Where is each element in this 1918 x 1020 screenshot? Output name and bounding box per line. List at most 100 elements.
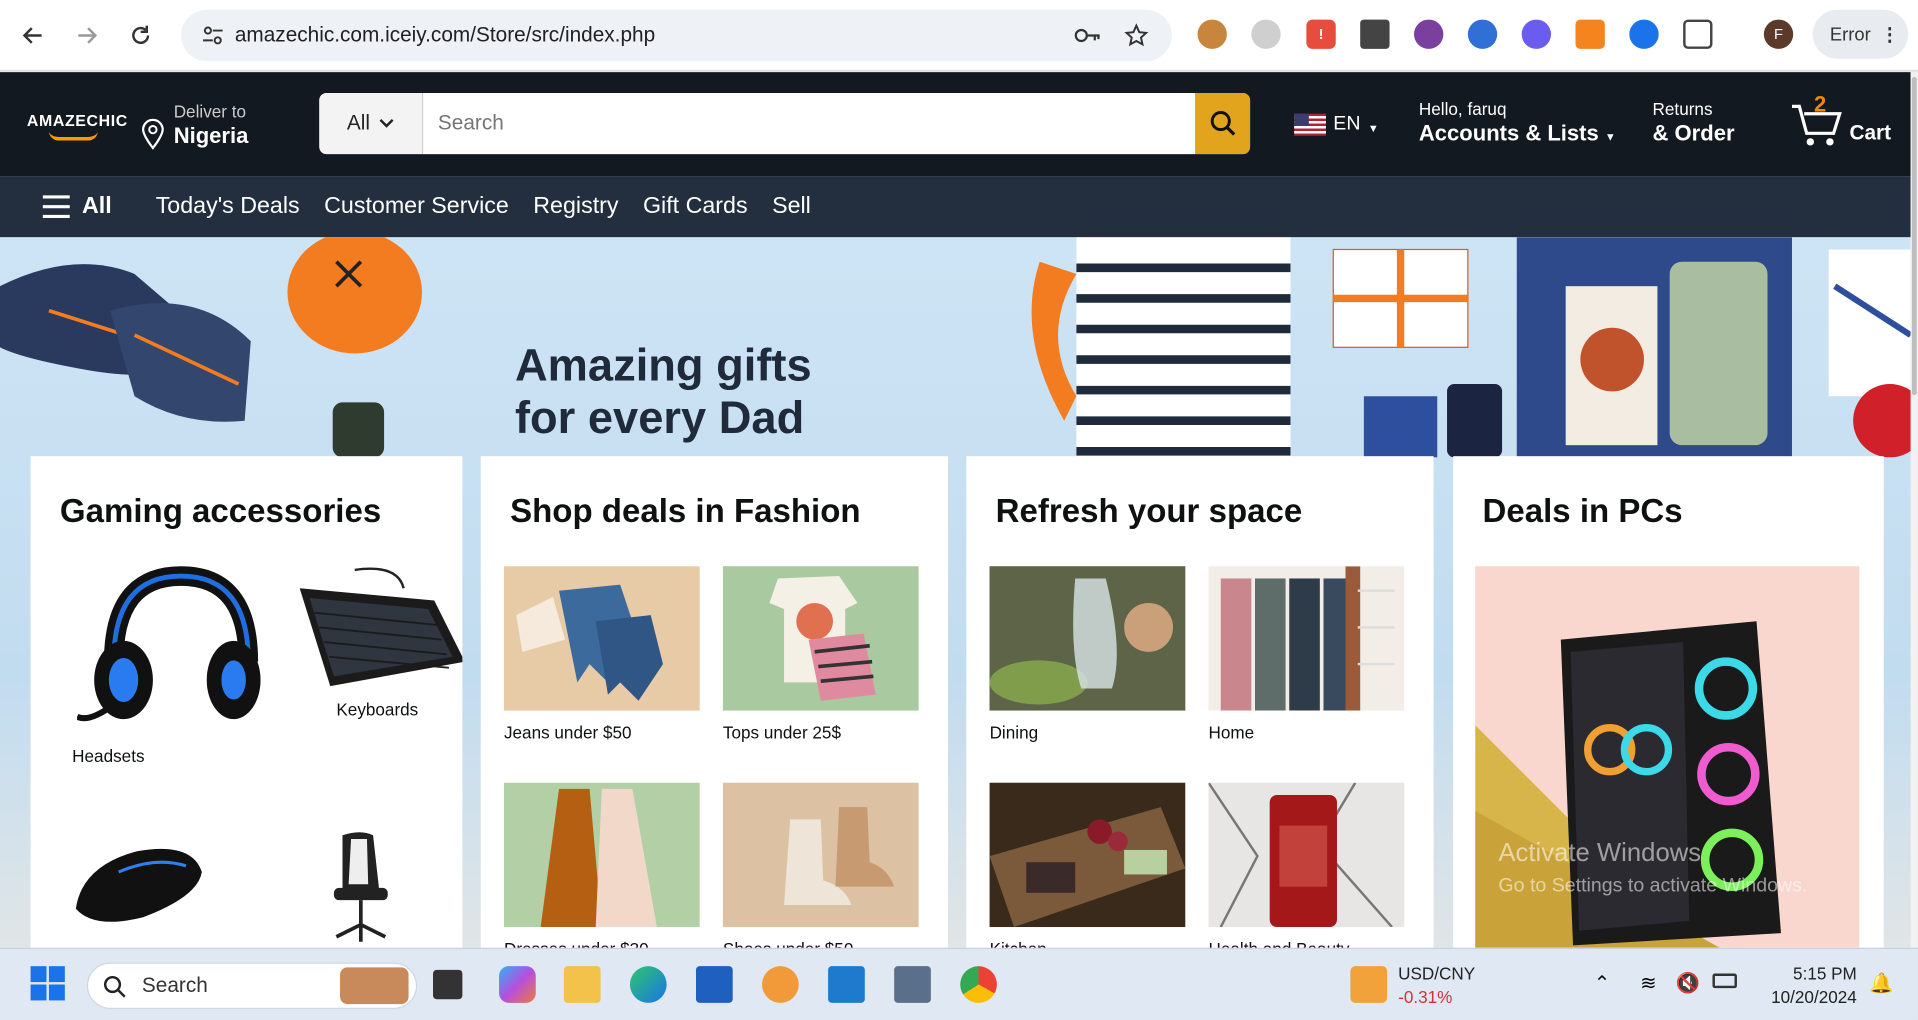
caret-down-icon: ▼ (1367, 122, 1379, 135)
battery-icon[interactable] (1712, 973, 1737, 989)
reload-button[interactable] (122, 17, 159, 54)
card-pc-deals: Deals in PCs (1453, 456, 1884, 948)
address-bar[interactable]: amazechic.com.iceiy.com/Store/src/index.… (181, 9, 1172, 62)
file-explorer-icon[interactable] (563, 966, 601, 1003)
cart-button[interactable]: 2 Cart (1790, 91, 1900, 155)
metamask-extension-icon[interactable] (1575, 19, 1605, 49)
qr-code-extension-icon[interactable] (1360, 19, 1390, 49)
headset-image[interactable] (77, 564, 261, 735)
nav-registry[interactable]: Registry (533, 193, 618, 220)
all-menu-button[interactable]: All (42, 193, 112, 220)
color-extension-icon[interactable] (1414, 19, 1444, 49)
search-input[interactable] (423, 92, 1196, 155)
hero-line-1: Amazing gifts (514, 339, 812, 391)
tile-caption: Shoes under $50 (723, 939, 919, 948)
back-button[interactable] (15, 17, 52, 54)
kitchen-image (989, 782, 1186, 928)
edge-browser-icon[interactable] (629, 966, 667, 1003)
password-key-icon[interactable] (1074, 22, 1101, 49)
tile-dresses[interactable]: Dresses under $30 (503, 782, 700, 948)
gaming-chair-image[interactable] (324, 829, 397, 945)
sparkle-extension-icon[interactable] (1521, 19, 1552, 49)
search-icon (1210, 111, 1235, 136)
nav-gift-cards[interactable]: Gift Cards (643, 193, 748, 220)
gaming-mouse-image[interactable] (70, 841, 205, 927)
translate-extension-icon[interactable] (1467, 19, 1498, 49)
accounts-lists-label: Accounts & Lists ▼ (1418, 121, 1616, 146)
wifi-icon[interactable]: ≋ (1640, 971, 1656, 995)
currency-widget-icon[interactable] (1350, 966, 1388, 1003)
tile-kitchen[interactable]: Kitchen (989, 782, 1186, 948)
chrome-browser-icon[interactable] (960, 966, 997, 1003)
cookie-extension-icon[interactable] (1197, 19, 1227, 49)
paint-icon[interactable] (762, 966, 799, 1003)
site-logo[interactable]: AMAZECHIC (27, 111, 128, 141)
bookmark-star-icon[interactable] (1123, 22, 1150, 49)
tile-dining[interactable]: Dining (989, 566, 1186, 742)
card-title[interactable]: Deals in PCs (1483, 493, 1683, 531)
nav-customer-service[interactable]: Customer Service (324, 193, 509, 220)
vscode-icon[interactable] (828, 966, 865, 1003)
returns-orders-link[interactable]: Returns & Order (1653, 99, 1735, 147)
scrollbar-thumb[interactable] (1911, 77, 1917, 396)
clock-time: 5:15 PM (1793, 963, 1857, 984)
url-text[interactable]: amazechic.com.iceiy.com/Store/src/index.… (235, 23, 655, 47)
card-title[interactable]: Shop deals in Fashion (510, 493, 861, 531)
system-clock[interactable]: 5:15 PM 10/20/2024 (1764, 963, 1857, 1009)
shoes-image (722, 782, 919, 928)
page-scrollbar[interactable] (1910, 72, 1918, 948)
error-label: Error (1829, 23, 1871, 45)
tile-caption: Tops under 25$ (722, 722, 841, 743)
search-button[interactable] (1195, 92, 1251, 155)
microsoft-store-icon[interactable] (696, 966, 733, 1003)
location-pin-icon (142, 118, 164, 150)
show-hidden-icons-chevron-icon[interactable]: ⌃ (1594, 971, 1610, 995)
nav-todays-deals[interactable]: Today's Deals (156, 193, 300, 220)
tile-shoes[interactable]: Shoes under $50 (722, 782, 919, 948)
forward-button[interactable] (68, 17, 105, 54)
currency-ticker[interactable]: USD/CNY -0.31% (1398, 963, 1475, 1009)
clock-date: 10/20/2024 (1771, 986, 1857, 1007)
tile-caption: Health and Beauty (1209, 939, 1405, 948)
hamburger-menu-icon (42, 195, 70, 219)
chat-extension-icon[interactable] (1251, 19, 1281, 49)
tile-caption[interactable]: Headsets (72, 746, 144, 766)
tile-home[interactable]: Home (1208, 566, 1405, 742)
keyboard-image[interactable] (299, 564, 463, 699)
returns-label: Returns (1652, 99, 1713, 119)
hero-product-collage (0, 237, 1911, 458)
card-title[interactable]: Refresh your space (996, 493, 1303, 531)
card-title[interactable]: Gaming accessories (60, 493, 381, 531)
tile-caption: Dresses under $30 (504, 939, 700, 948)
speaker-muted-icon[interactable]: 🔇 (1676, 971, 1700, 995)
task-view-icon[interactable] (433, 969, 463, 1000)
nav-sell[interactable]: Sell (772, 193, 811, 220)
language-selector[interactable]: EN ▼ (1294, 113, 1379, 136)
notifications-bell-icon[interactable]: 🔔 (1869, 971, 1893, 995)
profile-avatar[interactable]: F (1763, 19, 1794, 49)
search-category-select[interactable]: All (319, 92, 424, 155)
tile-caption: Kitchen (990, 939, 1186, 948)
more-menu-icon: ⋮ (1880, 24, 1899, 46)
tile-jeans[interactable]: Jeans under $50 (503, 566, 700, 742)
resource-monitor-icon[interactable] (894, 966, 931, 1003)
windows-start-icon[interactable] (30, 966, 65, 1001)
arrow-left-icon (22, 27, 42, 44)
ticker-name: USD/CNY (1398, 963, 1476, 984)
hero-line-2: for every Dad (514, 392, 805, 443)
error-button[interactable]: Error ⋮ (1812, 9, 1909, 59)
language-label: EN (1333, 113, 1361, 135)
logo-smile-icon (48, 131, 98, 141)
account-menu[interactable]: Hello, faruq Accounts & Lists ▼ (1419, 99, 1616, 147)
extensions-puzzle-icon[interactable] (1683, 19, 1713, 49)
tile-health-beauty[interactable]: Health and Beauty (1208, 782, 1405, 948)
cart-count: 2 (1814, 91, 1827, 117)
circle-extension-icon[interactable] (1629, 19, 1659, 49)
copilot-icon[interactable] (499, 966, 536, 1003)
tile-tops[interactable]: Tops under 25$ (722, 566, 919, 743)
alert-extension-icon[interactable]: ! (1306, 19, 1336, 49)
windows-taskbar: Search USD/CNY -0.31% ⌃ ≋ 🔇 5:15 PM 10/2… (0, 947, 1918, 1020)
taskbar-search[interactable]: Search (86, 962, 418, 1009)
tile-caption[interactable]: Keyboards (336, 700, 418, 720)
site-settings-icon[interactable] (198, 21, 227, 50)
